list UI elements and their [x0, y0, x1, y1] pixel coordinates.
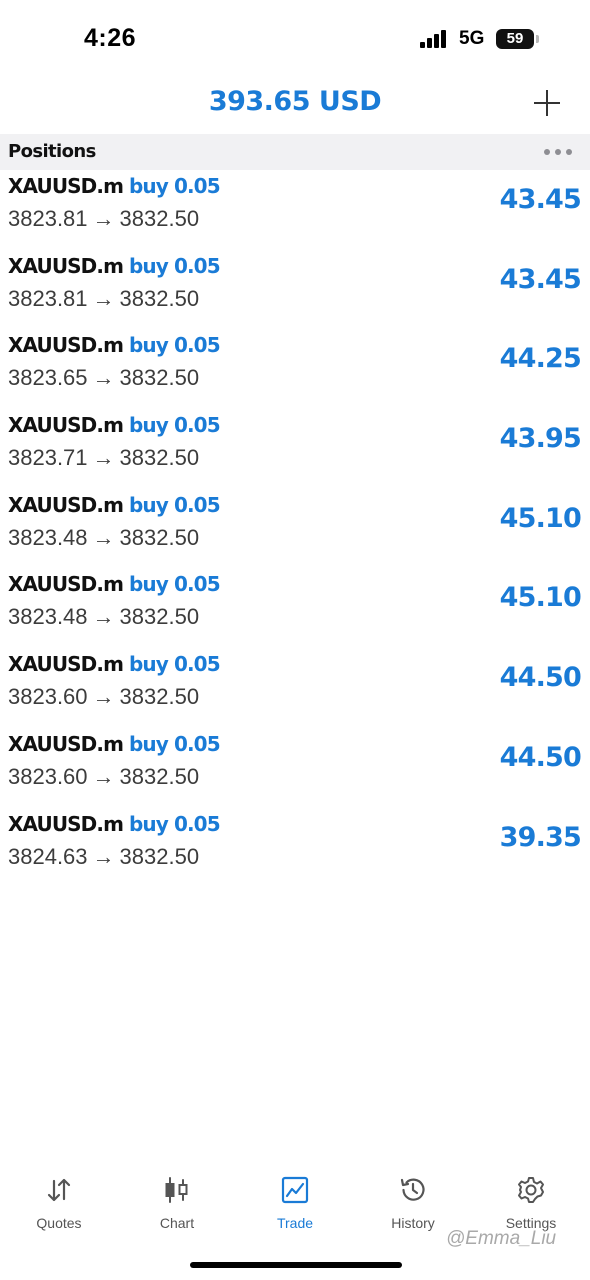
price-arrow: →: [92, 604, 115, 630]
position-type: buy 0.05: [129, 413, 221, 438]
open-price: 3823.71: [8, 445, 88, 471]
network-type: 5G: [459, 28, 485, 49]
watermark: @Emma_Liu: [446, 1228, 557, 1249]
position-symbol: XAUUSD.m: [8, 333, 124, 358]
price-arrow: →: [92, 365, 115, 391]
tab-trade[interactable]: Trade: [236, 1165, 354, 1235]
position-profit: 44.50: [499, 741, 582, 773]
price-arrow: →: [92, 524, 115, 550]
current-price: 3832.50: [119, 843, 200, 869]
tab-quotes[interactable]: Quotes: [0, 1165, 118, 1235]
position-row[interactable]: XAUUSD.m buy 0.05 3823.48 → 3832.50 45.10: [0, 489, 590, 569]
price-arrow: →: [92, 843, 115, 869]
position-symbol: XAUUSD.m: [8, 811, 124, 836]
position-type: buy 0.05: [129, 333, 221, 358]
position-type: buy 0.05: [129, 811, 221, 836]
position-symbol: XAUUSD.m: [8, 174, 124, 198]
current-price: 3832.50: [119, 445, 200, 471]
tab-history[interactable]: History: [354, 1165, 472, 1235]
position-symbol: XAUUSD.m: [8, 731, 124, 756]
open-price: 3823.60: [8, 684, 88, 710]
position-symbol: XAUUSD.m: [8, 572, 124, 597]
position-profit: 43.95: [499, 423, 582, 455]
position-row[interactable]: XAUUSD.m buy 0.05 3823.81 → 3832.50 43.45: [0, 250, 590, 330]
position-row[interactable]: XAUUSD.m buy 0.05 3824.63 → 3832.50 39.35: [0, 808, 590, 888]
tab-chart[interactable]: Chart: [118, 1165, 236, 1235]
gear-icon: [518, 1177, 544, 1203]
tab-label: Trade: [276, 1215, 314, 1231]
position-symbol: XAUUSD.m: [8, 413, 124, 438]
position-type: buy 0.05: [129, 174, 221, 198]
position-profit: 45.10: [499, 582, 582, 614]
position-row[interactable]: XAUUSD.m buy 0.05 3823.71 → 3832.50 43.95: [0, 409, 590, 489]
current-price: 3832.50: [119, 206, 200, 231]
position-profit: 43.45: [499, 263, 582, 295]
tab-settings[interactable]: Settings: [472, 1165, 590, 1235]
price-arrow: →: [92, 285, 115, 311]
current-price: 3832.50: [119, 604, 200, 630]
open-price: 3823.65: [8, 365, 88, 391]
battery-icon: 59: [496, 29, 534, 49]
tab-label: Quotes: [36, 1215, 82, 1231]
position-type: buy 0.05: [129, 253, 221, 278]
position-profit: 44.25: [499, 343, 582, 375]
candlestick-chart-icon: [165, 1177, 188, 1203]
position-type: buy 0.05: [129, 731, 221, 756]
position-type: buy 0.05: [129, 492, 221, 517]
position-type: buy 0.05: [129, 572, 221, 597]
price-arrow: →: [92, 684, 115, 710]
current-price: 3832.50: [119, 524, 200, 550]
position-symbol: XAUUSD.m: [8, 492, 124, 517]
price-arrow: →: [92, 206, 115, 231]
price-arrow: →: [92, 763, 115, 789]
account-balance: 393.65 USD: [208, 86, 382, 117]
position-type: buy 0.05: [129, 652, 221, 677]
home-indicator[interactable]: [190, 1262, 402, 1268]
tab-label: Chart: [159, 1215, 195, 1231]
position-profit: 44.50: [499, 662, 582, 694]
current-price: 3832.50: [119, 684, 200, 710]
plus-icon[interactable]: [530, 86, 564, 120]
position-profit: 39.35: [499, 821, 582, 853]
status-bar: 4:26 5G 59: [0, 0, 590, 78]
current-price: 3832.50: [119, 763, 200, 789]
position-profit: 43.45: [499, 184, 582, 215]
price-arrow: →: [92, 445, 115, 471]
positions-list: XAUUSD.m buy 0.05 3823.81 → 3832.50 43.45 X…: [0, 170, 590, 887]
positions-section-header: Positions: [0, 134, 590, 170]
trade-chart-icon: [281, 1176, 309, 1204]
more-dots-icon[interactable]: [540, 144, 576, 160]
position-row[interactable]: XAUUSD.m buy 0.05 3823.60 → 3832.50 44.50: [0, 648, 590, 728]
battery-level: 59: [506, 30, 524, 47]
open-price: 3823.48: [8, 604, 88, 630]
open-price: 3823.60: [8, 763, 88, 789]
history-clock-icon: [400, 1178, 425, 1201]
section-title: Positions: [8, 141, 96, 162]
position-row[interactable]: XAUUSD.m buy 0.05 3823.81 → 3832.50 43.45: [0, 170, 590, 250]
open-price: 3824.63: [8, 843, 88, 869]
current-price: 3832.50: [119, 285, 200, 311]
quotes-arrows-icon: [47, 1178, 71, 1202]
open-price: 3823.81: [8, 206, 88, 231]
position-profit: 45.10: [499, 502, 582, 534]
battery-cap: [536, 35, 539, 43]
position-row[interactable]: XAUUSD.m buy 0.05 3823.48 → 3832.50 45.10: [0, 568, 590, 648]
position-row[interactable]: XAUUSD.m buy 0.05 3823.60 → 3832.50 44.50: [0, 728, 590, 808]
open-price: 3823.48: [8, 524, 88, 550]
status-time: 4:26: [84, 24, 137, 52]
current-price: 3832.50: [119, 365, 200, 391]
cellular-signal-icon: [420, 30, 450, 48]
position-symbol: XAUUSD.m: [8, 652, 124, 677]
position-symbol: XAUUSD.m: [8, 253, 124, 278]
position-row[interactable]: XAUUSD.m buy 0.05 3823.65 → 3832.50 44.25: [0, 329, 590, 409]
open-price: 3823.81: [8, 285, 88, 311]
